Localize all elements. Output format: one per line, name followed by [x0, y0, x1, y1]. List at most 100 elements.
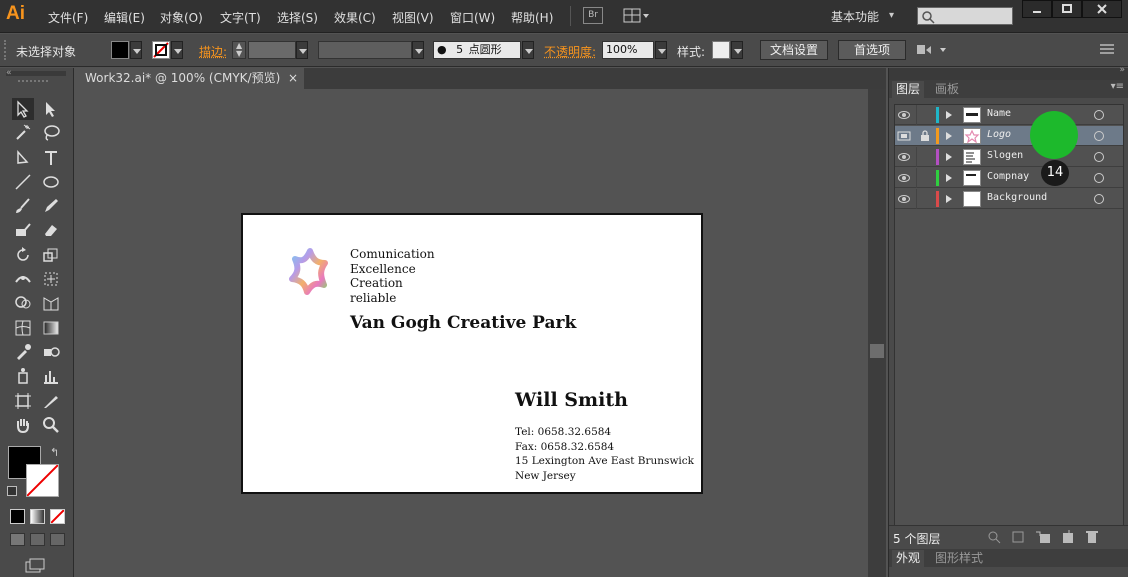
target-icon[interactable] [1094, 194, 1104, 204]
rotate-tool-icon[interactable] [12, 244, 34, 266]
brush-dropdown[interactable] [522, 41, 534, 59]
arrange-documents-icon[interactable] [623, 8, 649, 24]
scrollbar-thumb[interactable] [870, 344, 884, 358]
vertical-scrollbar[interactable] [868, 89, 886, 577]
default-colors-icon[interactable] [7, 486, 17, 496]
expand-arrow-icon[interactable] [946, 153, 952, 161]
mesh-tool-icon[interactable] [12, 317, 34, 339]
gradient-mode-icon[interactable] [30, 509, 45, 524]
menu-file[interactable]: 文件(F) [48, 9, 88, 26]
maximize-button[interactable] [1052, 0, 1082, 18]
shape-builder-tool-icon[interactable] [12, 292, 34, 314]
layer-row-compnay[interactable]: Compnay [895, 168, 1123, 188]
graphic-style-swatch[interactable] [712, 41, 730, 59]
lock-column[interactable] [916, 189, 917, 209]
variable-width-profile[interactable] [318, 41, 412, 59]
variable-width-dropdown[interactable] [412, 41, 424, 59]
slice-tool-icon[interactable] [40, 390, 62, 412]
ellipse-tool-icon[interactable] [40, 171, 62, 193]
type-tool-icon[interactable] [40, 147, 62, 169]
graphic-style-dropdown[interactable] [731, 41, 743, 59]
visibility-eye-icon[interactable] [898, 111, 910, 119]
lock-column[interactable] [916, 147, 917, 167]
scale-tool-icon[interactable] [40, 244, 62, 266]
swap-colors-icon[interactable]: ↰ [50, 446, 59, 459]
stroke-weight-input[interactable] [248, 41, 296, 59]
menu-window[interactable]: 窗口(W) [450, 9, 495, 26]
visibility-eye-icon[interactable] [898, 195, 910, 203]
symbol-sprayer-tool-icon[interactable] [12, 365, 34, 387]
target-icon[interactable] [1094, 152, 1104, 162]
menu-view[interactable]: 视图(V) [392, 9, 434, 26]
preferences-button[interactable]: 首选项 [838, 40, 906, 60]
expand-arrow-icon[interactable] [946, 111, 952, 119]
screen-mode-icon[interactable] [24, 558, 46, 574]
perspective-grid-tool-icon[interactable] [40, 292, 62, 314]
stroke-stepper[interactable]: ▲ ▼ [232, 41, 246, 59]
paintbrush-tool-icon[interactable] [12, 195, 34, 217]
free-transform-tool-icon[interactable] [40, 268, 62, 290]
none-mode-icon[interactable] [50, 509, 65, 524]
layer-row-name[interactable]: Name [895, 105, 1123, 125]
collapse-icon[interactable]: « [6, 68, 12, 78]
arrange-options-icon[interactable] [916, 42, 948, 58]
lock-column[interactable] [916, 105, 917, 125]
tab-artboards[interactable]: 画板 [931, 81, 963, 98]
expand-arrow-icon[interactable] [946, 195, 952, 203]
lasso-tool-icon[interactable] [40, 122, 62, 144]
expand-panels-icon[interactable]: » [1119, 65, 1125, 75]
menu-effect[interactable]: 效果(C) [334, 9, 376, 26]
layer-row-slogen[interactable]: Slogen [895, 147, 1123, 167]
blob-brush-tool-icon[interactable] [12, 219, 34, 241]
tab-appearance[interactable]: 外观 [892, 550, 925, 567]
direct-selection-tool-icon[interactable] [40, 98, 62, 120]
tab-layers[interactable]: 图层 [892, 81, 925, 98]
opacity-dropdown[interactable] [655, 41, 667, 59]
stroke-color-box[interactable] [26, 464, 59, 497]
menu-select[interactable]: 选择(S) [277, 9, 318, 26]
workspace-dropdown-icon[interactable]: ▾ [889, 10, 894, 21]
expand-arrow-icon[interactable] [946, 174, 952, 182]
layer-row-logo[interactable]: Logo [895, 126, 1123, 146]
visibility-eye-icon[interactable] [898, 174, 910, 182]
gradient-tool-icon[interactable] [40, 317, 62, 339]
line-tool-icon[interactable] [12, 171, 34, 193]
document-setup-button[interactable]: 文档设置 [760, 40, 828, 60]
zoom-tool-icon[interactable] [40, 414, 62, 436]
fill-dropdown[interactable] [130, 41, 142, 59]
width-tool-icon[interactable] [12, 268, 34, 290]
selection-tool-icon[interactable] [12, 98, 34, 120]
target-icon[interactable] [1094, 173, 1104, 183]
artboard[interactable]: Comunication Excellence Creation reliabl… [241, 213, 703, 494]
visibility-eye-icon[interactable] [898, 153, 910, 161]
draw-inside-icon[interactable] [50, 533, 65, 546]
draw-behind-icon[interactable] [30, 533, 45, 546]
magic-wand-tool-icon[interactable] [12, 122, 34, 144]
tab-graphic-styles[interactable]: 图形样式 [931, 550, 987, 567]
eraser-tool-icon[interactable] [40, 219, 62, 241]
opacity-label[interactable]: 不透明度: [544, 43, 596, 60]
target-icon[interactable] [1094, 110, 1104, 120]
brush-definition-field[interactable]: ● 5 点圆形 [433, 41, 521, 59]
pen-tool-icon[interactable] [12, 147, 34, 169]
blend-tool-icon[interactable] [40, 341, 62, 363]
opacity-input[interactable]: 100% [602, 41, 654, 59]
workspace-switcher[interactable]: 基本功能 [831, 8, 879, 25]
menu-type[interactable]: 文字(T) [220, 9, 261, 26]
stroke-label[interactable]: 描边: [199, 43, 227, 60]
pencil-tool-icon[interactable] [40, 195, 62, 217]
document-tab[interactable]: Work32.ai* @ 100% (CMYK/预览) × [76, 68, 304, 89]
stroke-weight-dropdown[interactable] [296, 41, 308, 59]
column-graph-tool-icon[interactable] [40, 365, 62, 387]
draw-normal-icon[interactable] [10, 533, 25, 546]
hand-tool-icon[interactable] [12, 414, 34, 436]
bridge-button[interactable]: Br [583, 7, 603, 24]
target-icon[interactable] [1094, 131, 1104, 141]
close-window-button[interactable] [1082, 0, 1122, 18]
expand-arrow-icon[interactable] [946, 132, 952, 140]
close-tab-button[interactable]: × [288, 68, 298, 89]
fill-swatch[interactable] [111, 41, 129, 59]
minimize-button[interactable] [1022, 0, 1052, 18]
menu-edit[interactable]: 编辑(E) [104, 9, 145, 26]
eyedropper-tool-icon[interactable] [12, 341, 34, 363]
